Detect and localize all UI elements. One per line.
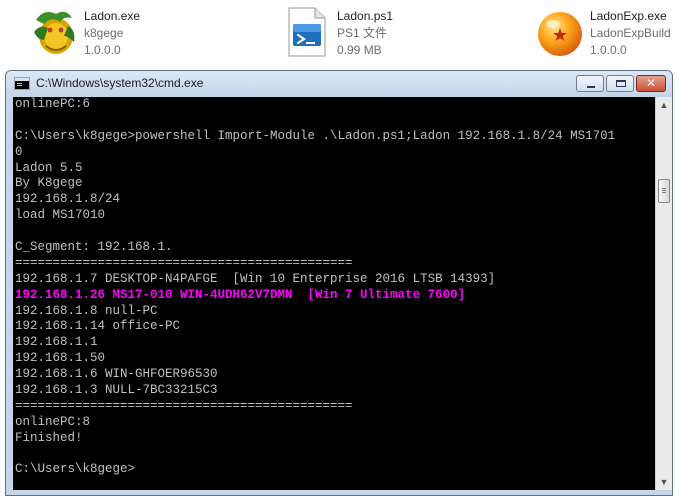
close-icon: ✕ [645, 76, 657, 90]
scroll-down-icon[interactable]: ▼ [656, 474, 672, 490]
console-line: 192.168.1.1 [15, 335, 98, 350]
console-output[interactable]: onlinePC:6 C:\Users\k8gege>powershell Im… [13, 97, 655, 490]
console-line: load MS17010 [15, 208, 106, 223]
console-line: C:\Users\k8gege> [15, 462, 136, 477]
maximize-button[interactable] [606, 75, 634, 92]
file-list: Ladon.exe k8gege 1.0.0.0 Ladon.ps1 PS1 文… [0, 0, 684, 64]
file-company: k8gege [84, 26, 124, 40]
screen: Ladon.exe k8gege 1.0.0.0 Ladon.ps1 PS1 文… [0, 0, 684, 500]
console-line-vulnerable-host: 192.168.1.26 MS17-010 WIN-4UDH62V7DMN [W… [15, 287, 466, 302]
console-line: 192.168.1.14 office-PC [15, 319, 181, 334]
minimize-icon [587, 86, 595, 88]
console-line: 192.168.1.50 [15, 351, 106, 366]
console-line: onlinePC:6 [15, 97, 91, 111]
minimize-button[interactable] [576, 75, 604, 92]
console-line: ========================================… [15, 398, 353, 413]
console-line: Finished! [15, 430, 83, 445]
console-line: ========================================… [15, 255, 353, 270]
file-type: PS1 文件 [337, 26, 388, 40]
file-size: 0.99 MB [337, 43, 382, 57]
powershell-script-icon [283, 6, 331, 58]
maximize-icon [616, 80, 626, 87]
file-version: 1.0.0.0 [84, 43, 121, 57]
console-line: 192.168.1.3 NULL-7BC33215C3 [15, 383, 218, 398]
title-bar[interactable]: C:\Windows\system32\cmd.exe ✕ [6, 71, 672, 97]
console-line: 192.168.1.7 DESKTOP-N4PAFGE [Win 10 Ente… [15, 271, 496, 286]
file-version: 1.0.0.0 [590, 43, 627, 57]
console-line: C:\Users\k8gege>powershell Import-Module… [15, 128, 616, 143]
console-icon [14, 77, 30, 90]
scroll-up-icon[interactable]: ▲ [656, 97, 672, 113]
window-title: C:\Windows\system32\cmd.exe [36, 76, 204, 90]
file-description: LadonExpBuild [590, 26, 671, 40]
console-lines: onlinePC:6 C:\Users\k8gege>powershell Im… [15, 97, 615, 478]
console-line: 192.168.1.8/24 [15, 192, 121, 207]
file-name: Ladon.exe [84, 9, 141, 23]
console-line: Ladon 5.5 [15, 160, 83, 175]
console-line: 192.168.1.6 WIN-GHFOER96530 [15, 367, 218, 382]
vertical-scrollbar[interactable]: ▲ ▼ [655, 97, 672, 490]
dragon-ball-icon [536, 6, 584, 58]
console-line: 192.168.1.8 null-PC [15, 303, 158, 318]
console-line: By K8gege [15, 176, 83, 191]
file-name: Ladon.ps1 [337, 9, 394, 23]
console-line: 0 [15, 144, 23, 159]
console-line: onlinePC:8 [15, 414, 91, 429]
scroll-thumb[interactable] [658, 179, 670, 203]
close-button[interactable]: ✕ [636, 75, 666, 92]
exe-app-icon [30, 6, 78, 58]
console-line: C_Segment: 192.168.1. [15, 240, 173, 255]
cmd-window[interactable]: C:\Windows\system32\cmd.exe ✕ onlinePC:6… [5, 70, 673, 496]
file-name: LadonExp.exe [590, 9, 667, 23]
